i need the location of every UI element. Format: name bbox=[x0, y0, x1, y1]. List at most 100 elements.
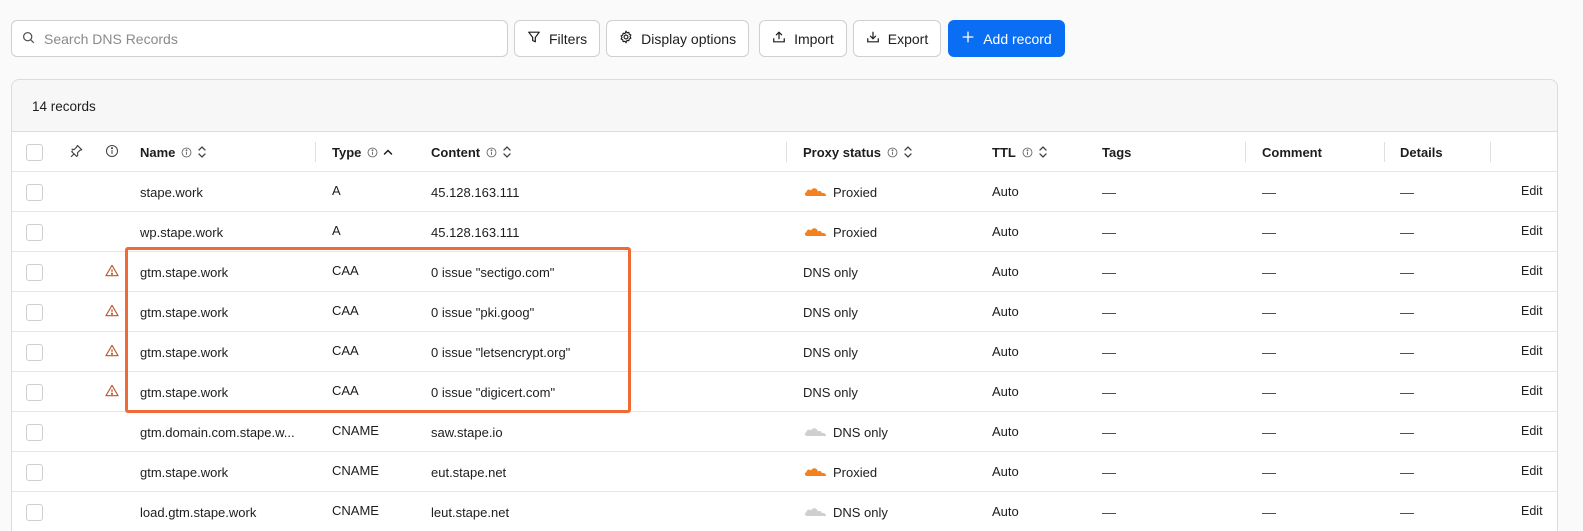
ttl-column-header[interactable]: TTL bbox=[992, 132, 1048, 172]
edit-record-button[interactable]: Edit bbox=[1521, 492, 1543, 530]
row-checkbox[interactable] bbox=[26, 423, 43, 441]
sort-updown-icon[interactable] bbox=[1038, 145, 1048, 159]
sort-updown-icon[interactable] bbox=[197, 145, 207, 159]
search-box[interactable] bbox=[11, 20, 508, 57]
edit-record-button[interactable]: Edit bbox=[1521, 332, 1543, 370]
select-all-checkbox[interactable] bbox=[26, 143, 43, 161]
edit-record-button[interactable]: Edit bbox=[1521, 292, 1543, 330]
filters-button[interactable]: Filters bbox=[514, 20, 601, 57]
proxy-status-column-header[interactable]: Proxy status bbox=[803, 132, 913, 172]
table-row[interactable]: gtm.stape.work CAA 0 issue "digicert.com… bbox=[12, 372, 1557, 412]
filters-label: Filters bbox=[549, 30, 588, 47]
table-header: Name Type Content Proxy status TTL Tags … bbox=[12, 132, 1557, 172]
warning-icon[interactable] bbox=[105, 384, 119, 400]
column-divider[interactable] bbox=[1384, 142, 1385, 162]
name-column-header[interactable]: Name bbox=[140, 132, 207, 172]
sort-updown-icon[interactable] bbox=[502, 145, 512, 159]
warning-icon[interactable] bbox=[105, 264, 119, 280]
record-details: — bbox=[1400, 344, 1414, 360]
proxy-status-cell: DNS only bbox=[803, 252, 858, 292]
import-label: Import bbox=[794, 30, 834, 47]
row-checkbox[interactable] bbox=[26, 503, 43, 521]
proxy-status-label: DNS only bbox=[803, 264, 858, 280]
tags-column-header[interactable]: Tags bbox=[1102, 132, 1131, 172]
row-checkbox[interactable] bbox=[26, 183, 43, 201]
search-input[interactable] bbox=[44, 30, 484, 47]
column-divider[interactable] bbox=[1490, 142, 1491, 162]
record-name: gtm.stape.work bbox=[140, 344, 229, 360]
proxy-status-cell: Proxied bbox=[803, 172, 877, 212]
record-tags: — bbox=[1102, 504, 1116, 520]
table-row[interactable]: wp.stape.work A 45.128.163.111 Proxied A… bbox=[12, 212, 1557, 252]
add-record-button[interactable]: Add record bbox=[948, 20, 1065, 57]
record-comment: — bbox=[1262, 224, 1276, 240]
warning-icon[interactable] bbox=[105, 304, 119, 320]
record-tags: — bbox=[1102, 384, 1116, 400]
table-row[interactable]: gtm.stape.work CAA 0 issue "letsencrypt.… bbox=[12, 332, 1557, 372]
export-button[interactable]: Export bbox=[852, 20, 942, 57]
sort-up-icon[interactable] bbox=[383, 145, 393, 159]
row-checkbox[interactable] bbox=[26, 263, 43, 281]
proxy-status-cell: DNS only bbox=[803, 412, 888, 452]
info-icon[interactable] bbox=[181, 147, 192, 158]
edit-record-button[interactable]: Edit bbox=[1521, 452, 1543, 490]
record-comment: — bbox=[1262, 424, 1276, 440]
dns-records-card: 14 records Name Type Content Proxy statu… bbox=[11, 79, 1558, 531]
proxy-status-cell: DNS only bbox=[803, 292, 858, 332]
info-icon[interactable] bbox=[486, 147, 497, 158]
edit-record-button[interactable]: Edit bbox=[1521, 252, 1543, 290]
pin-icon[interactable] bbox=[69, 144, 83, 161]
select-cell bbox=[26, 492, 43, 531]
proxy-status-cell: Proxied bbox=[803, 452, 877, 492]
warning-icon[interactable] bbox=[105, 344, 119, 360]
record-type: CAA bbox=[332, 263, 359, 278]
table-row[interactable]: gtm.stape.work CAA 0 issue "pki.goog" DN… bbox=[12, 292, 1557, 332]
proxy-status-label: DNS only bbox=[803, 384, 858, 400]
sort-updown-icon[interactable] bbox=[903, 145, 913, 159]
row-checkbox[interactable] bbox=[26, 463, 43, 481]
export-label: Export bbox=[887, 30, 929, 47]
table-row[interactable]: stape.work A 45.128.163.111 Proxied Auto… bbox=[12, 172, 1557, 212]
select-cell bbox=[26, 172, 43, 212]
row-checkbox[interactable] bbox=[26, 343, 43, 361]
record-ttl: Auto bbox=[992, 343, 1019, 359]
edit-record-button[interactable]: Edit bbox=[1521, 372, 1543, 410]
select-cell bbox=[26, 372, 43, 412]
edit-record-button[interactable]: Edit bbox=[1521, 212, 1543, 250]
record-content: 0 issue "pki.goog" bbox=[431, 304, 535, 320]
proxy-status-label: Proxied bbox=[833, 224, 878, 240]
import-button[interactable]: Import bbox=[759, 20, 847, 57]
record-details: — bbox=[1400, 464, 1414, 480]
column-divider[interactable] bbox=[1245, 142, 1246, 162]
column-divider[interactable] bbox=[786, 142, 787, 162]
details-column-header[interactable]: Details bbox=[1400, 132, 1443, 172]
dns-records-table: Name Type Content Proxy status TTL Tags … bbox=[12, 131, 1557, 531]
comment-column-header[interactable]: Comment bbox=[1262, 132, 1322, 172]
table-row[interactable]: gtm.stape.work CAA 0 issue "sectigo.com"… bbox=[12, 252, 1557, 292]
record-ttl: Auto bbox=[992, 503, 1019, 519]
type-header-label: Type bbox=[332, 144, 362, 160]
proxied-cloud-icon bbox=[803, 225, 833, 240]
info-icon[interactable] bbox=[367, 147, 378, 158]
select-cell bbox=[26, 412, 43, 452]
row-checkbox[interactable] bbox=[26, 223, 43, 241]
type-column-header[interactable]: Type bbox=[332, 132, 393, 172]
edit-record-button[interactable]: Edit bbox=[1521, 172, 1543, 210]
select-cell bbox=[26, 212, 43, 252]
table-row[interactable]: load.gtm.stape.work CNAME leut.stape.net… bbox=[12, 492, 1557, 531]
table-body: stape.work A 45.128.163.111 Proxied Auto… bbox=[12, 172, 1557, 531]
table-row[interactable]: gtm.domain.com.stape.w... CNAME saw.stap… bbox=[12, 412, 1557, 452]
row-checkbox[interactable] bbox=[26, 383, 43, 401]
column-divider[interactable] bbox=[315, 142, 316, 162]
record-comment: — bbox=[1262, 464, 1276, 480]
table-row[interactable]: gtm.stape.work CNAME eut.stape.net Proxi… bbox=[12, 452, 1557, 492]
display-options-button[interactable]: Display options bbox=[606, 20, 750, 57]
edit-record-button[interactable]: Edit bbox=[1521, 412, 1543, 450]
row-checkbox[interactable] bbox=[26, 303, 43, 321]
info-icon[interactable] bbox=[1022, 147, 1033, 158]
info-icon[interactable] bbox=[887, 147, 898, 158]
content-column-header[interactable]: Content bbox=[431, 132, 512, 172]
record-name: gtm.stape.work bbox=[140, 304, 229, 320]
info-icon[interactable] bbox=[105, 144, 119, 161]
record-tags: — bbox=[1102, 264, 1116, 280]
